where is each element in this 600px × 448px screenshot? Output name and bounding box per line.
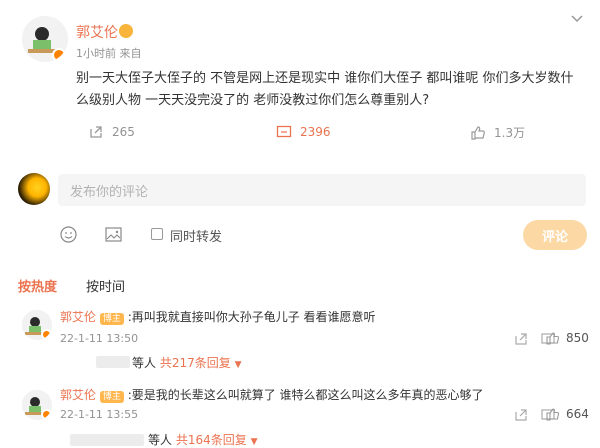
replies-link[interactable]: 共217条回复	[160, 356, 231, 370]
also-repost-checkbox[interactable]	[151, 228, 163, 240]
replies-prefix: 等人	[148, 433, 173, 447]
comment-repost-icon[interactable]	[514, 408, 528, 422]
post-source: 来自	[119, 47, 142, 60]
user-avatar	[18, 173, 50, 205]
like-count: 1.3万	[494, 126, 526, 140]
replies-link[interactable]: 共164条回复	[176, 433, 247, 447]
like-button[interactable]: 1.3万	[470, 124, 525, 141]
verified-badge-icon	[52, 48, 66, 62]
comment-time: 22-1-11 13:50	[60, 332, 139, 345]
reply-users-blurred	[70, 434, 144, 446]
post-time: 1小时前	[76, 47, 116, 60]
comment-avatar[interactable]	[22, 310, 52, 340]
repost-button[interactable]: 265	[88, 124, 135, 140]
post-menu-chevron-icon[interactable]	[570, 12, 584, 26]
comment-input-placeholder: 发布你的评论	[70, 184, 149, 200]
replies-prefix: 等人	[132, 356, 157, 370]
image-icon[interactable]	[105, 226, 122, 243]
thumbs-up-icon	[471, 125, 485, 140]
comment-button[interactable]: 2396	[276, 124, 331, 140]
comment-like-button[interactable]: 664	[546, 407, 589, 421]
thumbs-up-icon	[546, 332, 560, 345]
caret-down-icon: ▼	[234, 360, 242, 370]
post-text: 别一天大侄子大侄子的 不管是网上还是现实中 谁你们大侄子 都叫谁呢 你们多大岁数…	[76, 68, 596, 112]
submit-comment-button[interactable]: 评论	[523, 220, 587, 250]
comment-text: :要是我的长辈这么叫就算了 谁特么都这么叫这么多年真的恶心够了	[127, 388, 484, 402]
comment-repost-icon[interactable]	[514, 332, 528, 346]
comment-count: 2396	[300, 125, 331, 139]
reply-users-blurred	[96, 356, 130, 368]
comment-avatar[interactable]	[22, 390, 52, 420]
author-badge: 博主	[99, 313, 124, 325]
verified-badge-icon	[41, 329, 52, 340]
author-badge: 博主	[99, 391, 124, 403]
comment-author-name[interactable]: 郭艾伦	[60, 388, 96, 402]
verified-badge-icon	[41, 409, 52, 420]
tab-sort-hot[interactable]: 按热度	[18, 276, 57, 295]
comment-like-button[interactable]: 850	[546, 331, 589, 345]
thumbs-up-icon	[546, 408, 560, 421]
post-author-name[interactable]: 郭艾伦	[76, 22, 118, 42]
also-repost-label: 同时转发	[170, 230, 223, 245]
emoji-icon[interactable]	[60, 226, 77, 243]
repost-count: 265	[112, 125, 135, 139]
caret-down-icon: ▼	[250, 437, 258, 447]
comment-like-count: 850	[566, 331, 589, 345]
post-text-line-2: 么级别人物 一天天没完没了的 老师没教过你们怎么尊重别人?	[76, 93, 430, 108]
tab-sort-time[interactable]: 按时间	[86, 276, 125, 295]
comment-author-name[interactable]: 郭艾伦	[60, 310, 96, 324]
comment-icon	[276, 125, 292, 138]
vip-emoji-icon	[119, 24, 133, 38]
comment-text: :再叫我就直接叫你大孙子龟儿子 看看谁愿意听	[127, 310, 376, 324]
comment-input[interactable]: 发布你的评论	[58, 174, 586, 206]
author-avatar[interactable]	[22, 16, 68, 62]
post-text-line-1: 别一天大侄子大侄子的 不管是网上还是现实中 谁你们大侄子 都叫谁呢 你们多大岁数…	[76, 71, 574, 86]
comment-like-count: 664	[566, 407, 589, 421]
repost-icon	[90, 126, 102, 138]
comment-time: 22-1-11 13:55	[60, 408, 139, 421]
